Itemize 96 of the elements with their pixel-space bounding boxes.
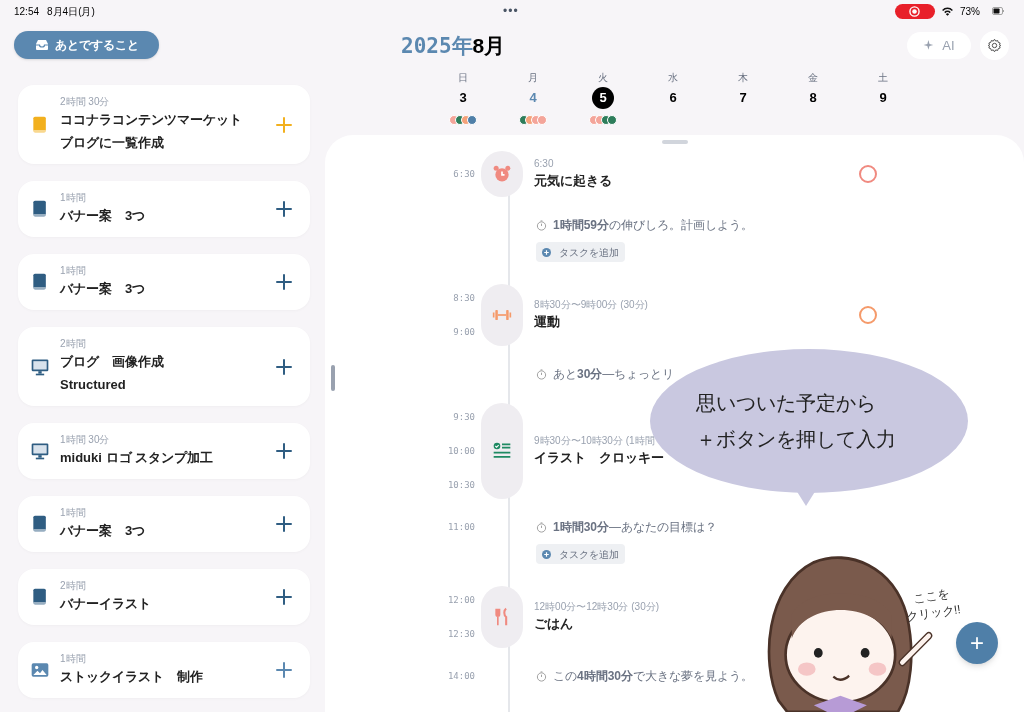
task-duration: 1時間 (60, 264, 87, 277)
time-label: 6:30 (453, 168, 475, 180)
day-button[interactable]: 5 (592, 87, 614, 109)
task-title: バナーイラスト (60, 595, 152, 613)
calendar-month: 8月 (472, 32, 506, 59)
plus-icon (542, 549, 551, 559)
speech-bubble-text: 思いついた予定から (696, 391, 877, 416)
inbox-icon (34, 39, 49, 51)
task-title: ストックイラスト 制作 (60, 668, 204, 686)
time-label: 8:30 (453, 292, 475, 304)
task-card[interactable]: 1時間 バナー案 3つ (18, 254, 310, 310)
task-card[interactable]: 1時間 バナー案 3つ (18, 181, 310, 237)
event-title: 元気に起きる (534, 172, 612, 190)
checklist-icon (492, 441, 512, 461)
task-duration: 2時間 30分 (60, 95, 111, 108)
event-time-range: 9時30分〜10時30分 (1時間 (534, 434, 655, 448)
timer-icon (536, 671, 547, 682)
monitor-icon (30, 441, 50, 461)
time-label: 14:00 (447, 670, 475, 682)
weekday-label: 水 (668, 71, 678, 84)
task-card[interactable]: 1時間 バナー案 3つ (18, 496, 310, 552)
add-task-button[interactable]: タスクを追加 (536, 242, 625, 262)
task-card[interactable]: 1時間 ストックイラスト 制作 (18, 642, 310, 698)
event-time-range: 6:30 (534, 157, 554, 171)
task-title: ブログに一覧作成 (60, 134, 165, 152)
multitask-dots[interactable]: ••• (503, 2, 519, 20)
battery-percentage: 73% (960, 4, 980, 19)
free-time-note: 1時間30分—あなたの目標は？ (553, 521, 718, 534)
plus-icon (542, 247, 551, 257)
free-time-note: この4時間30分で大きな夢を見よう。 (553, 670, 754, 683)
status-time: 12:54 (14, 4, 40, 19)
task-title: バナー案 3つ (60, 207, 147, 225)
time-label: 10:00 (447, 445, 475, 457)
timer-icon (536, 522, 547, 533)
image-icon (30, 660, 50, 680)
weekday-label: 金 (808, 71, 818, 84)
add-task-button[interactable] (274, 587, 294, 607)
weekday-label: 火 (598, 71, 608, 84)
task-duration: 2時間 (60, 337, 87, 350)
task-duration: 1時間 (60, 506, 87, 519)
task-title: miduki ロゴ スタンプ加工 (60, 449, 215, 467)
task-card[interactable]: 2時間 ブログ 画像作成 Structured (18, 327, 310, 406)
task-card[interactable]: 2時間 30分 ココナラコンテンツマーケット ブログに一覧作成 (18, 85, 310, 164)
add-task-button[interactable] (274, 441, 294, 461)
day-button[interactable]: 8 (802, 87, 824, 109)
event-title: 運動 (534, 313, 560, 331)
event-title: イラスト クロッキー (534, 449, 664, 467)
weekday-label: 月 (528, 71, 538, 84)
free-time-note: あと30分—ちょっとリ (553, 368, 675, 381)
task-title: Structured (60, 376, 127, 394)
task-title: ココナラコンテンツマーケット (60, 111, 243, 129)
timer-icon (536, 220, 547, 231)
add-task-button[interactable] (274, 272, 294, 292)
task-title: バナー案 3つ (60, 280, 147, 298)
event-title: ごはん (534, 615, 573, 633)
status-date: 8月4日(月) (47, 4, 95, 19)
add-task-button[interactable] (274, 514, 294, 534)
add-task-button[interactable]: タスクを追加 (536, 544, 625, 564)
task-duration: 1時間 (60, 191, 87, 204)
task-duration: 1時間 30分 (60, 433, 111, 446)
task-title: バナー案 3つ (60, 522, 147, 540)
time-label: 11:00 (447, 521, 475, 533)
day-button[interactable]: 9 (872, 87, 894, 109)
screen-recording-indicator[interactable] (895, 3, 935, 19)
settings-icon (987, 38, 1002, 53)
day-button[interactable]: 6 (662, 87, 684, 109)
task-card[interactable]: 2時間 バナーイラスト (18, 569, 310, 625)
add-task-button[interactable] (274, 660, 294, 680)
time-label: 10:30 (447, 479, 475, 491)
free-time-note: 1時間59分の伸びしろ。計画しよう。 (553, 219, 754, 232)
later-button[interactable]: あとですること (14, 31, 159, 59)
task-duration: 2時間 (60, 579, 87, 592)
split-view-handle[interactable] (331, 365, 335, 391)
speech-bubble-text: ＋ボタンを押して入力 (696, 427, 897, 452)
time-label: 9:30 (453, 411, 475, 423)
calendar-year: 2025年 (401, 32, 473, 60)
weekday-label: 日 (458, 71, 468, 84)
timer-icon (536, 369, 547, 380)
task-card[interactable]: 1時間 30分 miduki ロゴ スタンプ加工 (18, 423, 310, 479)
add-task-button[interactable] (274, 356, 294, 377)
alarm-clock-icon (492, 164, 512, 184)
day-button[interactable]: 7 (732, 87, 754, 109)
weekday-label: 木 (738, 71, 748, 84)
weekday-label: 土 (878, 71, 888, 84)
time-label: 12:30 (447, 628, 475, 640)
day-button[interactable]: 3 (452, 87, 474, 109)
complete-checkbox[interactable] (859, 306, 877, 324)
event-time-range: 12時00分〜12時30分 (30分) (534, 600, 660, 614)
task-title: ブログ 画像作成 (60, 353, 165, 371)
time-label: 9:00 (453, 326, 475, 338)
time-label: 12:00 (447, 594, 475, 606)
event-time-range: 8時30分〜9時00分 (30分) (534, 298, 648, 312)
add-task-button[interactable] (274, 199, 294, 219)
complete-checkbox[interactable] (859, 165, 877, 183)
settings-button[interactable] (980, 31, 1009, 60)
task-duration: 1時間 (60, 652, 87, 665)
